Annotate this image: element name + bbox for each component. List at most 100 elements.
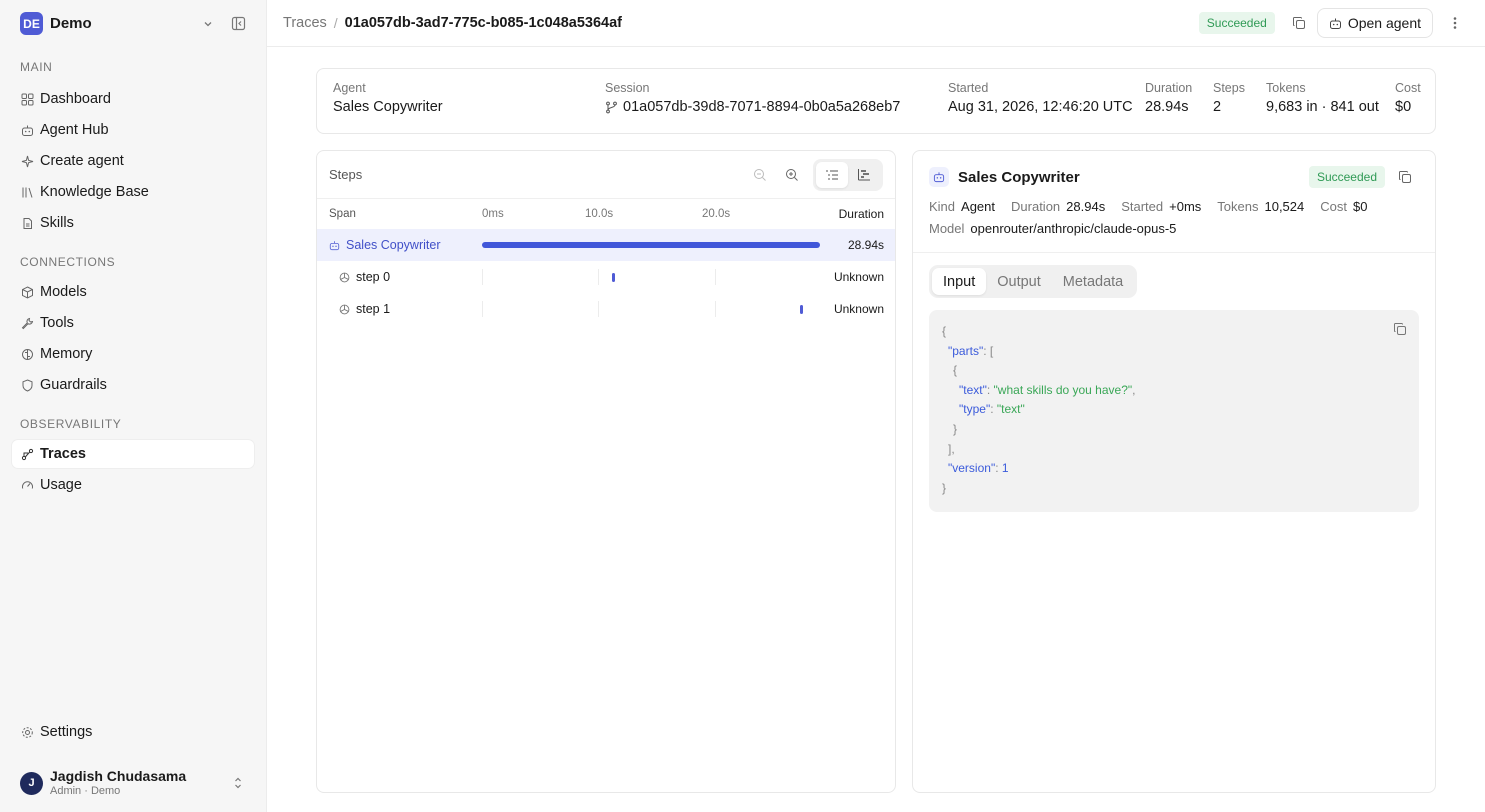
json-line: "parts": [: [948, 343, 994, 358]
sidebar-item-dashboard[interactable]: Dashboard: [12, 85, 254, 113]
more-vertical-icon[interactable]: [1441, 9, 1469, 37]
col-span: Span: [329, 208, 356, 220]
span-name: Sales Copywriter: [317, 238, 482, 252]
copy-icon[interactable]: [1393, 322, 1407, 336]
content: Agent Sales Copywriter Session 01a057db-…: [267, 47, 1485, 812]
sidebar-item-label: Dashboard: [40, 91, 111, 107]
grid-line: [482, 301, 483, 317]
span-row[interactable]: step 1 Unknown: [317, 293, 895, 325]
breadcrumb-trace-id: 01a057db-3ad7-775c-b085-1c048a5364af: [344, 15, 622, 31]
meta-value: +0ms: [1169, 198, 1202, 214]
status-badge: Succeeded: [1198, 12, 1275, 34]
sidebar-item-memory[interactable]: Memory: [12, 340, 254, 368]
meta-label: Cost: [1320, 198, 1347, 214]
summary-tokens: Tokens 9,683 in · 841 out: [1266, 81, 1379, 115]
tab-output[interactable]: Output: [986, 268, 1052, 295]
file-icon: [20, 216, 34, 230]
meta-label: Tokens: [1217, 198, 1259, 214]
copy-icon[interactable]: [1391, 163, 1419, 191]
zoom-out-icon[interactable]: [747, 162, 773, 188]
sidebar-item-traces[interactable]: Traces: [12, 440, 254, 468]
json-key: "version": [948, 461, 996, 476]
meta-label: Duration: [1011, 198, 1061, 214]
steps-tools: [741, 158, 883, 191]
shield-icon: [20, 378, 34, 392]
summary-value: Aug 31, 2026, 12:46:20 UTC: [948, 99, 1133, 115]
list-view-icon[interactable]: [816, 161, 848, 188]
grid-line: [715, 301, 716, 317]
summary-agent: Agent Sales Copywriter: [333, 81, 443, 115]
summary-value: 2: [1213, 99, 1222, 115]
json-string: "what skills do you have?": [993, 382, 1133, 397]
summary-label: Tokens: [1266, 81, 1306, 95]
waterfall-view-icon[interactable]: [848, 162, 880, 188]
span-timeline: [482, 229, 820, 261]
sidebar-footer: Settings J Jagdish Chudasama Admin · Dem…: [0, 718, 266, 812]
json-string: "text": [996, 402, 1025, 417]
meta-value: Agent: [961, 198, 996, 214]
detail-tabs: Input Output Metadata: [929, 265, 1138, 298]
summary-started: Started Aug 31, 2026, 12:46:20 UTC: [948, 81, 1133, 115]
steps-header: Steps: [317, 151, 895, 199]
chevron-down-icon[interactable]: [200, 16, 216, 32]
sidebar-item-models[interactable]: Models: [12, 278, 254, 306]
detail-meta-row: Kind Agent Duration 28.94s Started +0ms …: [929, 195, 1419, 217]
workspace-switcher[interactable]: DE Demo: [0, 0, 266, 47]
step-icon: [339, 304, 350, 315]
json-line: }: [942, 480, 947, 495]
col-duration: Duration: [838, 207, 884, 221]
sidebar-item-agent-hub[interactable]: Agent Hub: [12, 116, 254, 144]
meta-label: Model: [929, 220, 965, 236]
sidebar-item-tools[interactable]: Tools: [12, 309, 254, 337]
sidebar-item-label: Create agent: [40, 153, 124, 169]
sidebar-item-settings[interactable]: Settings: [12, 718, 254, 746]
sidebar-item-label: Traces: [40, 446, 86, 462]
json-line: ],: [948, 441, 955, 456]
span-marker: [612, 273, 616, 282]
summary-session: Session 01a057db-39d8-7071-8894-0b0a5a26…: [605, 81, 900, 115]
user-menu[interactable]: J Jagdish Chudasama Admin · Demo: [0, 754, 266, 812]
time-tick: 20.0s: [702, 208, 731, 220]
user-role: Admin · Demo: [50, 784, 121, 797]
open-agent-button[interactable]: Open agent: [1316, 8, 1433, 38]
json-line: {: [953, 363, 958, 378]
sidebar-item-skills[interactable]: Skills: [12, 209, 254, 237]
sidebar: DE Demo MAIN Dashboard Agent Hub Create …: [0, 0, 267, 812]
sidebar-item-label: Agent Hub: [40, 122, 109, 138]
summary-duration: Duration 28.94s: [1145, 81, 1192, 115]
meta-value: 28.94s: [1066, 198, 1106, 214]
breadcrumb-separator: /: [333, 15, 338, 31]
span-marker: [799, 305, 803, 314]
tab-input[interactable]: Input: [932, 268, 987, 295]
json-line: }: [953, 421, 958, 436]
meta-label: Started: [1121, 198, 1164, 214]
bot-icon: [329, 240, 340, 251]
span-label: step 0: [356, 270, 391, 284]
steps-panel: Steps Span 0ms 10.0s 20.0s Duration Sale…: [316, 150, 896, 793]
summary-value[interactable]: 01a057db-39d8-7071-8894-0b0a5a268eb7: [605, 99, 900, 115]
span-row[interactable]: step 0 Unknown: [317, 261, 895, 293]
summary-value: $0: [1395, 99, 1412, 115]
breadcrumb-traces[interactable]: Traces: [283, 15, 327, 31]
copy-icon[interactable]: [1285, 9, 1313, 37]
grid-line: [482, 269, 483, 285]
sidebar-item-usage[interactable]: Usage: [12, 471, 254, 499]
sidebar-item-guardrails[interactable]: Guardrails: [12, 371, 254, 399]
tab-metadata[interactable]: Metadata: [1052, 268, 1134, 295]
route-icon: [20, 447, 34, 461]
span-row[interactable]: Sales Copywriter 28.94s: [317, 229, 895, 261]
section-observability: OBSERVABILITY: [20, 417, 122, 431]
sidebar-item-create-agent[interactable]: Create agent: [12, 147, 254, 175]
span-detail-panel: Sales Copywriter Succeeded Kind Agent Du…: [912, 150, 1436, 793]
sidebar-item-knowledge-base[interactable]: Knowledge Base: [12, 178, 254, 206]
sidebar-toggle-icon[interactable]: [230, 16, 246, 32]
detail-title: Sales Copywriter: [958, 168, 1080, 186]
meta-value: 10,524: [1264, 198, 1305, 214]
json-viewer: { "parts": [ { "text": "what skills do y…: [929, 310, 1419, 512]
user-name: Jagdish Chudasama: [50, 768, 187, 785]
span-label: step 1: [356, 302, 391, 316]
json-line: "text": "what skills do you have?",: [959, 382, 1136, 397]
detail-header: Sales Copywriter Succeeded Kind Agent Du…: [913, 151, 1435, 253]
summary-value: 9,683 in · 841 out: [1266, 99, 1379, 115]
zoom-in-icon[interactable]: [779, 162, 805, 188]
